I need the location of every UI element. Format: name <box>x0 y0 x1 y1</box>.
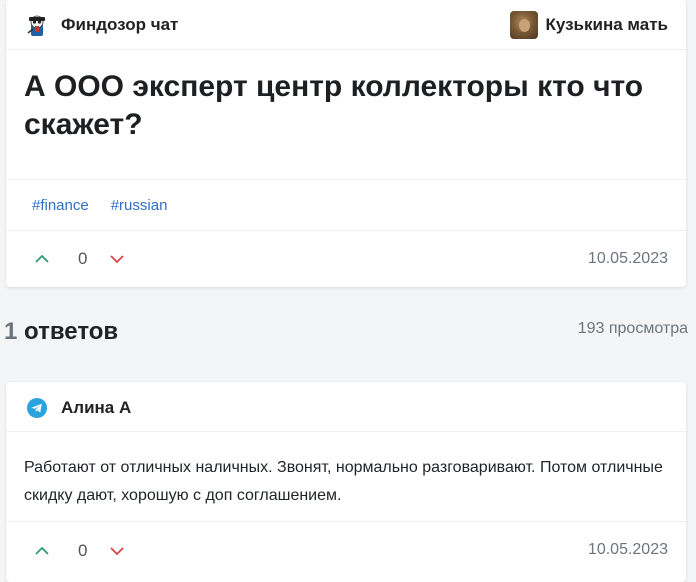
chevron-up-icon[interactable] <box>34 543 50 559</box>
avatar[interactable] <box>509 11 538 39</box>
tag-russian[interactable]: #russian <box>111 197 168 214</box>
answer-card: Алина А Работают от отличных наличных. З… <box>6 382 686 582</box>
answers-number: 1 <box>4 318 18 345</box>
divider <box>6 179 686 180</box>
chevron-up-icon[interactable] <box>34 251 50 267</box>
spy-mascot-icon[interactable] <box>25 13 49 37</box>
telegram-icon <box>27 398 47 418</box>
question-header: Финдозор чат Кузькина мать <box>6 0 686 49</box>
tag-list: #finance #russian <box>32 197 167 214</box>
answer-author[interactable]: Алина А <box>61 398 131 418</box>
question-title: А ООО эксперт центр коллекторы кто что с… <box>24 70 644 141</box>
divider <box>6 230 686 231</box>
question-date: 10.05.2023 <box>587 250 668 267</box>
answer-votes: 0 <box>34 541 125 561</box>
answer-text: Работают от отличных наличных. Звонят, н… <box>24 459 663 504</box>
chevron-down-icon[interactable] <box>109 543 125 559</box>
author-name[interactable]: Кузькина мать <box>546 15 669 35</box>
chevron-down-icon[interactable] <box>109 251 125 267</box>
answer-date: 10.05.2023 <box>587 541 668 558</box>
chat-name[interactable]: Финдозор чат <box>61 15 178 35</box>
question-author[interactable]: Кузькина мать <box>509 11 669 39</box>
answer-header: Алина А <box>6 382 686 431</box>
tag-finance[interactable]: #finance <box>32 197 89 214</box>
divider <box>6 521 686 522</box>
vote-score: 0 <box>78 249 88 268</box>
question-card: Финдозор чат Кузькина мать А ООО эксперт… <box>6 0 686 287</box>
answers-count: 1 ответов <box>4 318 118 346</box>
vote-score: 0 <box>78 541 88 560</box>
answers-label: ответов <box>24 318 119 345</box>
views-count: 193 просмотра <box>577 320 688 337</box>
divider <box>6 431 686 432</box>
question-votes: 0 <box>34 249 125 269</box>
